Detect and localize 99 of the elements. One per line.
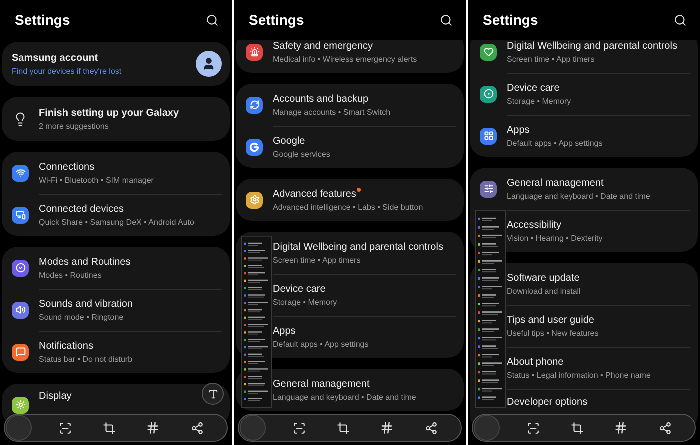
- setting-title: Tips and user guide: [507, 314, 594, 327]
- setting-title: Developer options: [507, 396, 588, 409]
- page-title: Settings: [483, 10, 538, 30]
- screenshot-thumbnail-drawing[interactable]: [241, 236, 272, 408]
- devices-icon: [16, 210, 26, 220]
- tag-button[interactable]: [613, 420, 629, 436]
- hash-icon: [146, 421, 160, 435]
- circle-dot-icon: [484, 89, 494, 99]
- speaker-icon: [16, 305, 26, 315]
- setting-subtitle: Quick Share • Samsung DeX • Android Auto: [39, 218, 196, 228]
- grid-icon: [484, 131, 494, 141]
- crop-icon: [336, 422, 350, 434]
- setting-subtitle: Useful tips • New features: [507, 329, 600, 339]
- setting-title: Advanced features: [273, 188, 356, 200]
- scroll-capture-button[interactable]: [57, 420, 73, 436]
- setting-subtitle: Default apps • App settings: [507, 139, 604, 149]
- setting-title: Safety and emergency: [273, 40, 374, 52]
- setting-subtitle: Storage • Memory: [507, 97, 572, 107]
- hash-icon: [380, 421, 394, 435]
- tag-button[interactable]: [379, 420, 395, 436]
- g-logo-icon: [249, 142, 260, 152]
- setting-subtitle: Status bar • Do not disturb: [39, 355, 134, 365]
- search-button[interactable]: [438, 12, 454, 28]
- search-icon: [440, 14, 452, 26]
- setting-title: General management: [507, 176, 604, 190]
- search-icon: [674, 14, 686, 26]
- setting-subtitle: Manage accounts • Smart Switch: [273, 108, 392, 118]
- sliders-icon: [484, 184, 494, 194]
- setting-title: Google: [273, 135, 306, 148]
- page-title: Settings: [249, 10, 304, 30]
- check-circle-icon: [16, 263, 26, 273]
- setting-subtitle: Download and install: [507, 286, 582, 296]
- scan-icon: [526, 422, 540, 434]
- share-icon: [658, 422, 672, 434]
- setting-subtitle: Sound mode • Ringtone: [39, 313, 125, 323]
- setting-title: Accounts and backup: [273, 92, 369, 106]
- setting-title: Sounds and vibration: [39, 298, 133, 311]
- setting-title: Apps: [507, 124, 530, 137]
- setting-subtitle: Vision • Hearing • Dexterity: [507, 234, 604, 244]
- scan-icon: [292, 422, 306, 434]
- setting-title: Display: [39, 390, 72, 403]
- text-icon: [208, 388, 218, 400]
- share-icon: [190, 422, 204, 434]
- scan-icon: [58, 422, 72, 434]
- setting-subtitle: Google services: [273, 150, 332, 160]
- setting-title: Digital Wellbeing and parental controls: [507, 40, 678, 52]
- setting-title: Software update: [507, 272, 580, 284]
- setting-title: Modes and Routines: [39, 256, 131, 268]
- avatar-icon[interactable]: [196, 51, 222, 77]
- setting-title: Connected devices: [39, 203, 124, 216]
- setting-title: Device care: [273, 283, 326, 296]
- setting-subtitle: Medical info • Wireless emergency alerts: [273, 54, 418, 64]
- crop-edit-button[interactable]: [569, 420, 585, 436]
- setting-subtitle: Modes • Routines: [39, 270, 103, 280]
- share-icon: [424, 422, 438, 434]
- screenshot-thumbnail-drawing[interactable]: [475, 210, 506, 408]
- search-icon: [206, 14, 218, 26]
- setting-subtitle: Language and keyboard • Date and time: [273, 392, 418, 402]
- page-title: Settings: [15, 10, 70, 30]
- crop-icon: [102, 422, 116, 434]
- setting-subtitle: Language and keyboard • Date and time: [507, 192, 652, 202]
- tag-button[interactable]: [145, 420, 161, 436]
- share-button[interactable]: [189, 420, 205, 436]
- setting-title: About phone: [507, 356, 564, 369]
- scroll-capture-button[interactable]: [525, 420, 541, 436]
- setting-subtitle: Wi-Fi • Bluetooth • SIM manager: [39, 176, 155, 186]
- setting-title: Notifications: [39, 340, 94, 353]
- siren-icon: [250, 47, 260, 57]
- sun-icon: [16, 400, 26, 410]
- search-button[interactable]: [672, 12, 688, 28]
- hash-icon: [614, 421, 628, 435]
- setting-subtitle: Advanced intelligence • Labs • Side button: [273, 202, 424, 212]
- setting-title: Accessibility: [507, 219, 562, 232]
- gear-icon: [250, 195, 260, 205]
- wifi-icon: [16, 168, 26, 178]
- crop-edit-button[interactable]: [101, 420, 117, 436]
- setting-subtitle: Storage • Memory: [273, 298, 338, 308]
- crop-icon: [570, 422, 584, 434]
- setting-title: Finish setting up your Galaxy: [39, 106, 180, 120]
- setting-subtitle: Screen time • App timers: [507, 54, 596, 64]
- message-icon: [16, 347, 26, 357]
- setting-title: Connections: [39, 160, 95, 174]
- setting-title: Apps: [273, 325, 296, 338]
- setting-subtitle: Status • Legal information • Phone name: [507, 371, 652, 381]
- account-subtitle: Find your devices if they're lost: [12, 66, 123, 76]
- setting-title: Digital Wellbeing and parental controls: [273, 240, 444, 254]
- setting-subtitle: Screen time • App timers: [273, 256, 362, 266]
- setting-title: Samsung account: [12, 52, 98, 64]
- heart-icon: [484, 47, 494, 57]
- share-button[interactable]: [657, 420, 673, 436]
- sync-icon: [250, 100, 260, 110]
- search-button[interactable]: [204, 12, 220, 28]
- setting-subtitle: Default apps • App settings: [273, 340, 370, 350]
- share-button[interactable]: [423, 420, 439, 436]
- setting-title: General management: [273, 378, 370, 390]
- setting-subtitle: 2 more suggestions: [39, 122, 110, 132]
- scroll-capture-button[interactable]: [291, 420, 307, 436]
- crop-edit-button[interactable]: [335, 420, 351, 436]
- setting-title: Device care: [507, 82, 560, 95]
